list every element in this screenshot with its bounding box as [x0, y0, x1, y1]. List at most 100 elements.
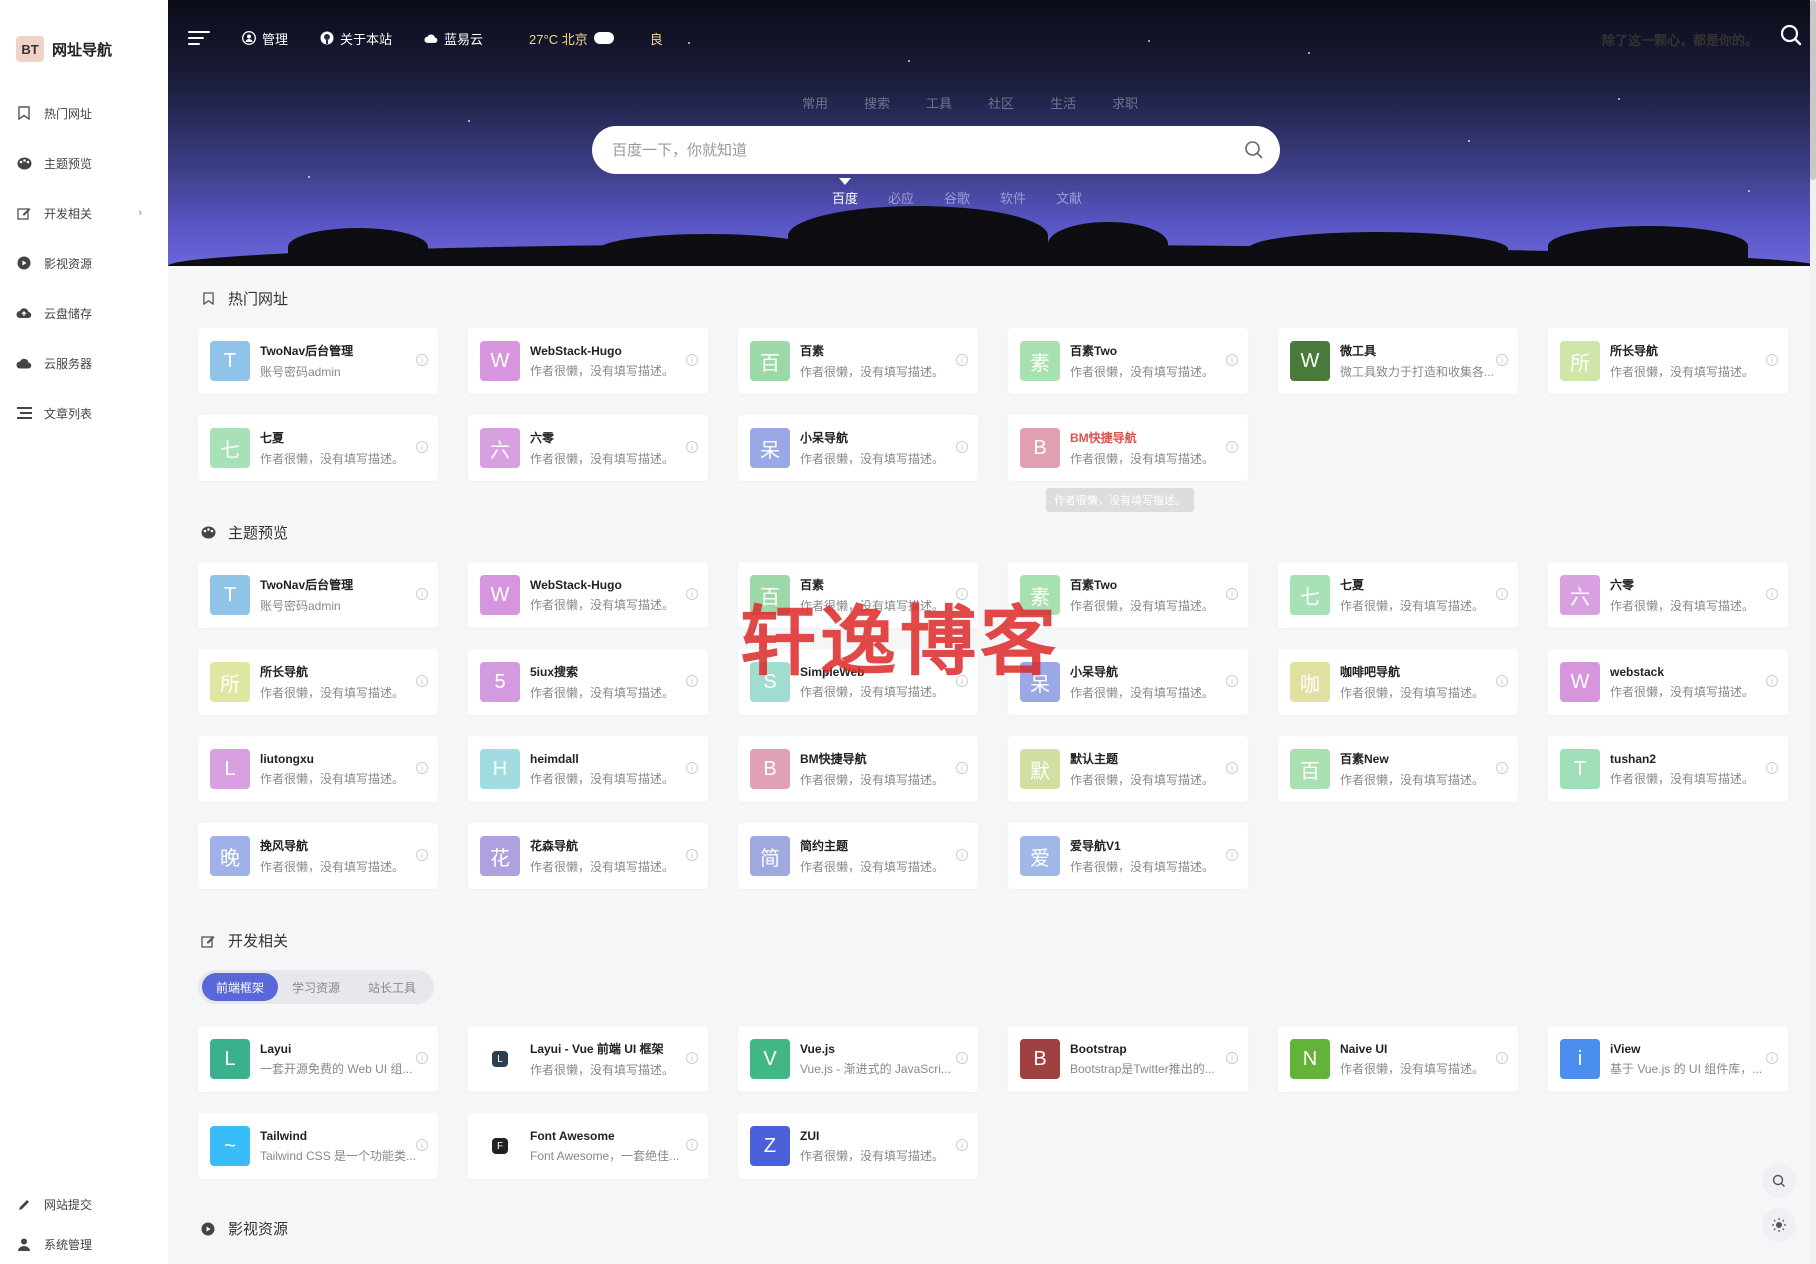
tab-jobs[interactable]: 求职	[1112, 93, 1138, 112]
site-card[interactable]: 所所长导航 作者很懒，没有填写描述。 i	[198, 649, 438, 715]
engine-software[interactable]: 软件	[1000, 188, 1026, 207]
search-submit-icon[interactable]	[1244, 140, 1264, 160]
site-card[interactable]: B BM快捷导航 作者很懒，没有填写描述。 i	[738, 736, 978, 802]
sidebar-item-admin[interactable]: 系统管理	[0, 1224, 168, 1264]
info-icon[interactable]: i	[1226, 1052, 1238, 1064]
info-icon[interactable]: i	[1766, 1052, 1778, 1064]
info-icon[interactable]: i	[416, 675, 428, 687]
info-icon[interactable]: i	[1766, 762, 1778, 774]
tab-webmaster[interactable]: 站长工具	[354, 973, 430, 1001]
info-icon[interactable]: i	[1226, 354, 1238, 366]
search-input[interactable]	[592, 141, 1244, 159]
sidebar-item-video[interactable]: 影视资源	[0, 238, 168, 288]
info-icon[interactable]: i	[1226, 762, 1238, 774]
scrollbar[interactable]	[1810, 0, 1816, 1264]
info-icon[interactable]: i	[956, 354, 968, 366]
info-icon[interactable]: i	[1496, 588, 1508, 600]
site-card[interactable]: 百百素 作者很懒，没有填写描述。 i	[738, 328, 978, 394]
menu-toggle-icon[interactable]	[188, 31, 210, 45]
tab-search[interactable]: 搜索	[864, 93, 890, 112]
weather-widget[interactable]: 27°C 北京	[529, 29, 614, 48]
brand[interactable]: BT 网址导航	[0, 0, 168, 72]
tab-learning[interactable]: 学习资源	[278, 973, 354, 1001]
site-card[interactable]: 七七夏 作者很懒，没有填写描述。 i	[1278, 562, 1518, 628]
info-icon[interactable]: i	[1226, 675, 1238, 687]
site-card[interactable]: T TwoNav后台管理 账号密码admin i	[198, 562, 438, 628]
site-card[interactable]: Z ZUI 作者很懒，没有填写描述。 i	[738, 1113, 978, 1179]
info-icon[interactable]: i	[1226, 849, 1238, 861]
info-icon[interactable]: i	[956, 849, 968, 861]
tab-common[interactable]: 常用	[802, 93, 828, 112]
sidebar-item-theme[interactable]: 主题预览	[0, 138, 168, 188]
info-icon[interactable]: i	[1496, 1052, 1508, 1064]
sidebar-item-articles[interactable]: 文章列表	[0, 388, 168, 438]
info-icon[interactable]: i	[1766, 354, 1778, 366]
site-card[interactable]: L Layui 一套开源免费的 Web UI 组... i	[198, 1026, 438, 1092]
site-card[interactable]: L Layui - Vue 前端 UI 框架 作者很懒，没有填写描述。 i	[468, 1026, 708, 1092]
site-card[interactable]: 花花森导航 作者很懒，没有填写描述。 i	[468, 823, 708, 889]
sidebar-item-cloud-server[interactable]: 云服务器	[0, 338, 168, 388]
info-icon[interactable]: i	[1766, 675, 1778, 687]
theme-toggle-button[interactable]	[1762, 1208, 1796, 1242]
sidebar-item-cloud-storage[interactable]: 云盘储存	[0, 288, 168, 338]
site-card[interactable]: i iView 基于 Vue.js 的 UI 组件库，... i	[1548, 1026, 1788, 1092]
info-icon[interactable]: i	[1226, 588, 1238, 600]
tab-frontend[interactable]: 前端框架	[202, 973, 279, 1001]
info-icon[interactable]: i	[1496, 762, 1508, 774]
info-icon[interactable]: i	[1226, 441, 1238, 453]
engine-baidu[interactable]: 百度	[832, 188, 858, 207]
info-icon[interactable]: i	[416, 762, 428, 774]
engine-bing[interactable]: 必应	[888, 188, 914, 207]
site-card[interactable]: W WebStack-Hugo 作者很懒，没有填写描述。 i	[468, 562, 708, 628]
site-card[interactable]: 所所长导航 作者很懒，没有填写描述。 i	[1548, 328, 1788, 394]
site-card[interactable]: B Bootstrap Bootstrap是Twitter推出的... i	[1008, 1026, 1248, 1092]
info-icon[interactable]: i	[956, 441, 968, 453]
info-icon[interactable]: i	[956, 762, 968, 774]
site-card[interactable]: Wwebstack 作者很懒，没有填写描述。 i	[1548, 649, 1788, 715]
site-card[interactable]: 六六零 作者很懒，没有填写描述。 i	[1548, 562, 1788, 628]
engine-papers[interactable]: 文献	[1056, 188, 1082, 207]
float-search-button[interactable]	[1762, 1164, 1796, 1198]
site-card[interactable]: W WebStack-Hugo 作者很懒，没有填写描述。 i	[468, 328, 708, 394]
site-card[interactable]: N Naive UI 作者很懒，没有填写描述。 i	[1278, 1026, 1518, 1092]
site-card[interactable]: Ttushan2 作者很懒，没有填写描述。 i	[1548, 736, 1788, 802]
site-card[interactable]: 默默认主题 作者很懒，没有填写描述。 i	[1008, 736, 1248, 802]
top-link-admin[interactable]: 管理	[242, 29, 288, 48]
site-card[interactable]: 爱爱导航V1 作者很懒，没有填写描述。 i	[1008, 823, 1248, 889]
site-card[interactable]: 呆小呆导航 作者很懒，没有填写描述。 i	[738, 415, 978, 481]
site-card[interactable]: W 微工具 微工具致力于打造和收集各... i	[1278, 328, 1518, 394]
info-icon[interactable]: i	[956, 1052, 968, 1064]
top-link-cloud[interactable]: 蓝易云	[424, 29, 483, 48]
info-icon[interactable]: i	[686, 1052, 698, 1064]
site-card[interactable]: F Font Awesome Font Awesome，一套绝佳... i	[468, 1113, 708, 1179]
info-icon[interactable]: i	[686, 1139, 698, 1151]
site-card[interactable]: ~ Tailwind Tailwind CSS 是一个功能类... i	[198, 1113, 438, 1179]
site-card[interactable]: Lliutongxu 作者很懒，没有填写描述。 i	[198, 736, 438, 802]
info-icon[interactable]: i	[416, 588, 428, 600]
tab-life[interactable]: 生活	[1050, 93, 1076, 112]
info-icon[interactable]: i	[686, 675, 698, 687]
scrollbar-thumb[interactable]	[1810, 0, 1816, 180]
site-card[interactable]: 简简约主题 作者很懒，没有填写描述。 i	[738, 823, 978, 889]
tab-community[interactable]: 社区	[988, 93, 1014, 112]
info-icon[interactable]: i	[686, 441, 698, 453]
info-icon[interactable]: i	[686, 588, 698, 600]
site-card[interactable]: 六六零 作者很懒，没有填写描述。 i	[468, 415, 708, 481]
info-icon[interactable]: i	[686, 354, 698, 366]
site-card[interactable]: V Vue.js Vue.js - 渐进式的 JavaScri... i	[738, 1026, 978, 1092]
site-card[interactable]: B BM快捷导航 作者很懒，没有填写描述。 i	[1008, 415, 1248, 481]
site-card[interactable]: 七七夏 作者很懒，没有填写描述。 i	[198, 415, 438, 481]
sidebar-item-hot[interactable]: 热门网址	[0, 88, 168, 138]
sidebar-item-submit[interactable]: 网站提交	[0, 1184, 168, 1224]
info-icon[interactable]: i	[956, 1139, 968, 1151]
top-link-about[interactable]: 关于本站	[320, 29, 392, 48]
info-icon[interactable]: i	[416, 441, 428, 453]
site-card[interactable]: T TwoNav后台管理 账号密码admin i	[198, 328, 438, 394]
sidebar-item-dev[interactable]: 开发相关 ›	[0, 188, 168, 238]
site-card[interactable]: 素百素Two 作者很懒，没有填写描述。 i	[1008, 328, 1248, 394]
tab-tools[interactable]: 工具	[926, 93, 952, 112]
site-card[interactable]: Hheimdall 作者很懒，没有填写描述。 i	[468, 736, 708, 802]
info-icon[interactable]: i	[686, 849, 698, 861]
info-icon[interactable]: i	[416, 1052, 428, 1064]
info-icon[interactable]: i	[1496, 675, 1508, 687]
